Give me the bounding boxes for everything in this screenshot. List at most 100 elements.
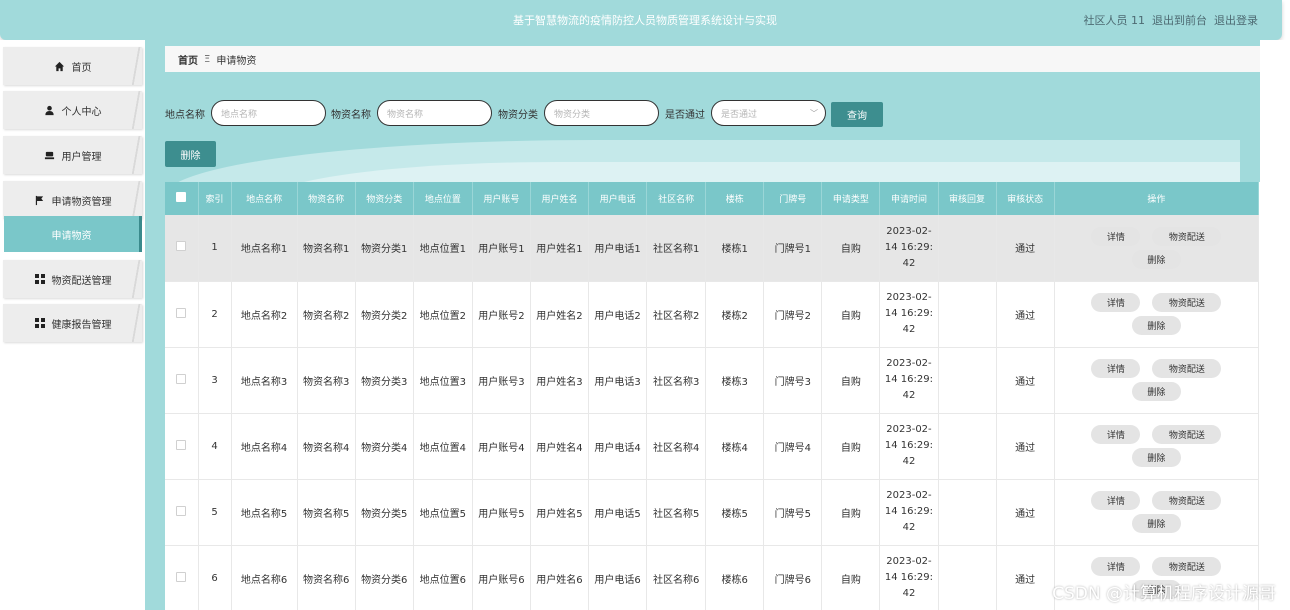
supply-name-input[interactable]: 物资名称	[377, 100, 492, 126]
cell-actions: 详情 物资配送 删除	[1054, 215, 1260, 282]
cell-community-name: 社区名称3	[646, 347, 707, 414]
detail-button[interactable]: 详情	[1091, 359, 1141, 378]
grid-icon	[34, 273, 46, 285]
row-checkbox[interactable]	[176, 241, 187, 252]
cell-apply-type: 自购	[821, 479, 881, 546]
deliver-button[interactable]: 物资配送	[1152, 226, 1222, 246]
row-select-cell[interactable]	[165, 413, 199, 480]
cell-location-name: 地点名称1	[231, 215, 298, 282]
sidebar-item-apply-supplies-management[interactable]: 申请物资管理	[3, 181, 142, 219]
row-select-cell[interactable]	[165, 479, 199, 546]
cell-review-status: 通过	[996, 281, 1055, 348]
cell-actions: 详情 物资配送 删除	[1054, 479, 1260, 546]
deliver-button[interactable]: 物资配送	[1152, 491, 1222, 510]
row-checkbox[interactable]	[176, 439, 187, 450]
sidebar: 首页 个人中心 用户管理 申请物资管理 申请物资 物资配送管理 健康报告管理	[0, 40, 145, 610]
row-checkbox[interactable]	[176, 373, 187, 384]
detail-button[interactable]: 详情	[1091, 491, 1141, 510]
detail-button[interactable]: 详情	[1091, 557, 1141, 576]
sidebar-item-user-management[interactable]: 用户管理	[3, 136, 142, 174]
batch-delete-button[interactable]: 删除	[165, 141, 216, 167]
cell-apply-time: 2023-02- 14 16:29: 42	[879, 215, 939, 282]
back-to-front-link[interactable]: 退出到前台	[1152, 12, 1207, 28]
sidebar-item-label: 首页	[71, 62, 92, 74]
column-header: 用户姓名	[530, 182, 590, 215]
cell-apply-time: 2023-02- 14 16:29: 42	[879, 479, 939, 546]
cell-actions: 详情 物资配送 删除	[1054, 413, 1260, 480]
deliver-button[interactable]: 物资配送	[1152, 425, 1222, 444]
row-select-cell[interactable]	[165, 545, 199, 610]
cell-location-name: 地点名称2	[231, 281, 298, 348]
delete-button[interactable]: 删除	[1131, 249, 1181, 269]
cell-user-phone: 用户电话5	[588, 479, 648, 546]
cell-building: 楼栋2	[705, 281, 765, 348]
cell-building: 楼栋4	[705, 413, 765, 480]
row-select-cell[interactable]	[165, 281, 199, 348]
select-all-cell[interactable]	[165, 182, 199, 215]
supply-category-input[interactable]: 物资分类	[544, 100, 659, 126]
cell-user-account: 用户账号5	[472, 479, 531, 546]
deliver-button[interactable]: 物资配送	[1152, 293, 1222, 312]
cell-index: 3	[198, 347, 232, 414]
cell-user-name: 用户姓名4	[530, 413, 590, 480]
cell-community-name: 社区名称2	[646, 281, 707, 348]
cell-supply-category: 物资分类4	[355, 413, 414, 480]
time-line: 2023-02-	[886, 424, 932, 435]
query-button[interactable]: 查询	[831, 102, 883, 127]
row-checkbox[interactable]	[176, 505, 187, 516]
sidebar-item-health-report-management[interactable]: 健康报告管理	[3, 304, 142, 342]
sidebar-item-home[interactable]: 首页	[3, 47, 142, 85]
time-line: 42	[902, 522, 916, 533]
sidebar-item-label: 申请物资管理	[51, 196, 112, 208]
cell-index: 4	[198, 413, 232, 480]
cell-apply-time: 2023-02- 14 16:29: 42	[879, 347, 939, 414]
time-line: 2023-02-	[886, 490, 932, 501]
filter-supply-category: 物资分类 物资分类	[498, 100, 659, 126]
sidebar-subitem-apply-supplies[interactable]: 申请物资	[4, 216, 142, 252]
detail-button[interactable]: 详情	[1091, 293, 1141, 312]
cell-supply-name: 物资名称3	[297, 347, 356, 414]
time-line: 2023-02-	[886, 556, 932, 567]
grid-icon	[34, 317, 46, 329]
breadcrumb: 首页 Ξ 申请物资	[165, 46, 1260, 72]
row-select-cell[interactable]	[165, 347, 199, 414]
cell-location-name: 地点名称5	[231, 479, 298, 546]
top-header: 基于智慧物流的疫情防控人员物质管理系统设计与实现 社区人员 11 退出到前台 退…	[0, 0, 1282, 40]
row-checkbox[interactable]	[176, 307, 187, 318]
cell-review-status: 通过	[996, 347, 1055, 414]
cell-community-name: 社区名称5	[646, 479, 707, 546]
search-panel	[165, 80, 1240, 202]
cell-door-number: 门牌号6	[763, 545, 823, 610]
sidebar-item-delivery-management[interactable]: 物资配送管理	[3, 260, 142, 298]
column-header: 索引	[198, 182, 232, 215]
breadcrumb-separator: Ξ	[204, 53, 211, 65]
deliver-button[interactable]: 物资配送	[1152, 359, 1222, 378]
approved-select[interactable]: 是否通过 ﹀	[711, 100, 826, 126]
table-header-row: 索引 地点名称 物资名称 物资分类 地点位置 用户账号 用户姓名 用户电话 社区…	[165, 182, 1260, 215]
cell-user-name: 用户姓名1	[530, 215, 590, 282]
cell-apply-type: 自购	[821, 347, 881, 414]
sidebar-item-profile[interactable]: 个人中心	[3, 91, 142, 129]
deliver-button[interactable]: 物资配送	[1152, 557, 1222, 576]
delete-button[interactable]: 删除	[1131, 448, 1181, 467]
delete-button[interactable]: 删除	[1131, 382, 1181, 401]
cell-supply-category: 物资分类2	[355, 281, 414, 348]
cell-review-status: 通过	[996, 479, 1055, 546]
cell-location-name: 地点名称6	[231, 545, 298, 610]
detail-button[interactable]: 详情	[1091, 425, 1141, 444]
logout-link[interactable]: 退出登录	[1214, 12, 1258, 28]
filter-location-name: 地点名称 地点名称	[165, 100, 326, 126]
row-checkbox[interactable]	[176, 571, 187, 582]
delete-button[interactable]: 删除	[1131, 514, 1181, 533]
delete-button[interactable]: 删除	[1131, 316, 1181, 335]
detail-button[interactable]: 详情	[1091, 226, 1141, 246]
sidebar-item-label: 用户管理	[61, 151, 102, 163]
column-header: 用户电话	[588, 182, 648, 215]
row-select-cell[interactable]	[165, 215, 199, 282]
breadcrumb-home[interactable]: 首页	[178, 52, 198, 67]
select-all-checkbox[interactable]	[176, 192, 187, 202]
cell-apply-type: 自购	[821, 545, 881, 610]
cell-apply-time: 2023-02- 14 16:29: 42	[879, 281, 939, 348]
location-name-input[interactable]: 地点名称	[211, 100, 326, 126]
cell-user-name: 用户姓名6	[530, 545, 590, 610]
